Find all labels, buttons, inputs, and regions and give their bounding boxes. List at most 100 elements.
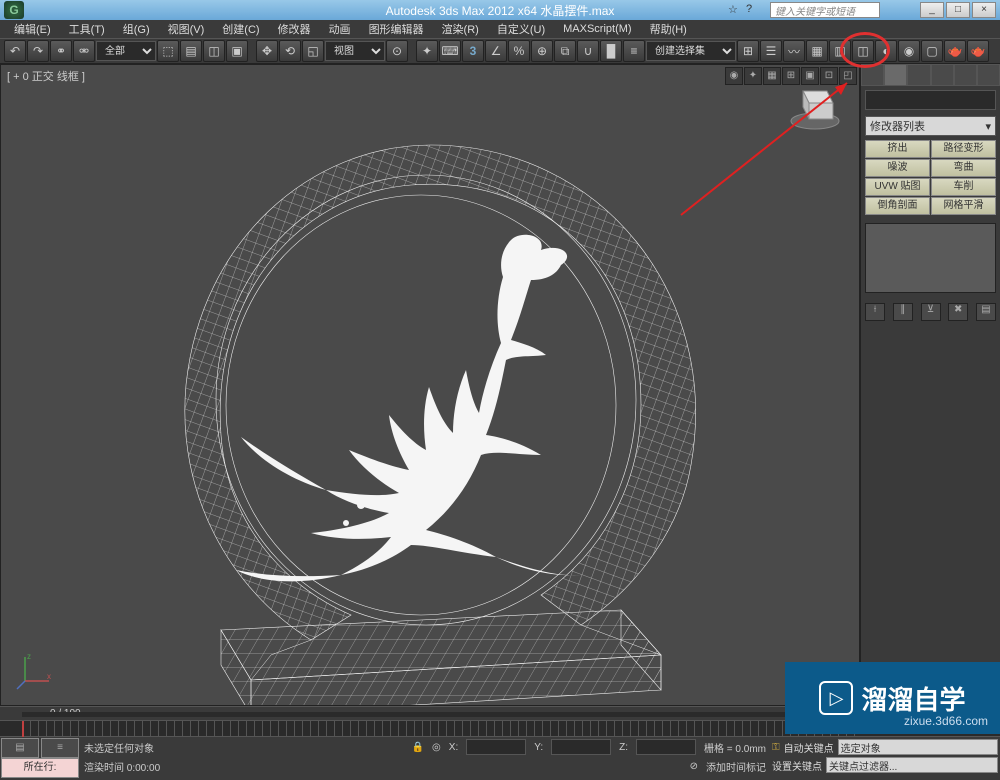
- percent-snap-icon[interactable]: %: [508, 40, 530, 62]
- rotate-icon[interactable]: ⟲: [279, 40, 301, 62]
- undo-icon[interactable]: ↶: [4, 40, 26, 62]
- remove-mod-icon[interactable]: ✖: [948, 303, 968, 321]
- pin-stack-icon[interactable]: ⟊: [865, 303, 885, 321]
- watermark-text: 溜溜自学: [861, 680, 965, 717]
- menu-edit[interactable]: 编辑(E): [6, 20, 59, 38]
- object-name-field[interactable]: [865, 90, 996, 110]
- autokey-button[interactable]: 自动关键点: [784, 740, 834, 755]
- menu-animation[interactable]: 动画: [321, 20, 359, 38]
- keyboard-icon[interactable]: ⌨: [439, 40, 461, 62]
- curve-editor-icon[interactable]: 〰: [783, 40, 805, 62]
- mod-meshsmooth-button[interactable]: 网格平滑: [931, 197, 996, 215]
- snap-icon[interactable]: 3: [462, 40, 484, 62]
- time-tag-icon[interactable]: ⊘: [690, 761, 698, 772]
- align-icon[interactable]: ≡: [623, 40, 645, 62]
- mod-noise-button[interactable]: 噪波: [865, 159, 930, 177]
- render-setup-icon[interactable]: ◉: [898, 40, 920, 62]
- configure-icon[interactable]: ▤: [976, 303, 996, 321]
- make-unique-icon[interactable]: ⊻: [921, 303, 941, 321]
- x-label: X:: [449, 742, 458, 753]
- modifier-stack[interactable]: [865, 223, 996, 293]
- menu-rendering[interactable]: 渲染(R): [434, 20, 487, 38]
- tab-motion-icon[interactable]: [931, 64, 954, 86]
- comm-icon[interactable]: ☆: [728, 3, 742, 17]
- time-track[interactable]: [22, 712, 860, 717]
- spinner-snap-icon[interactable]: ⊕: [531, 40, 553, 62]
- menu-customize[interactable]: 自定义(U): [489, 20, 553, 38]
- angle-snap-icon[interactable]: ∠: [485, 40, 507, 62]
- listener-icon[interactable]: ≡: [41, 738, 79, 758]
- material-editor-icon[interactable]: ◐: [875, 40, 897, 62]
- menu-help[interactable]: 帮助(H): [642, 20, 695, 38]
- row-indicator[interactable]: 所在行:: [1, 758, 79, 778]
- tab-utilities-icon[interactable]: [977, 64, 1000, 86]
- ref-coord-system[interactable]: 视图: [325, 41, 385, 61]
- key-icon[interactable]: ⚿: [772, 742, 780, 753]
- window-crossing-icon[interactable]: ▣: [226, 40, 248, 62]
- render-frame-icon[interactable]: ▢: [921, 40, 943, 62]
- mirror-icon[interactable]: ▐▌: [600, 40, 622, 62]
- tab-modify-icon[interactable]: [884, 64, 907, 86]
- help-icon[interactable]: ?: [746, 3, 760, 17]
- menu-tools[interactable]: 工具(T): [61, 20, 113, 38]
- add-time-tag[interactable]: 添加时间标记: [706, 759, 766, 774]
- manipulate-icon[interactable]: ✦: [416, 40, 438, 62]
- close-button[interactable]: ×: [972, 2, 996, 18]
- menu-create[interactable]: 创建(C): [214, 20, 267, 38]
- key-filter-button[interactable]: 关键点过滤器...: [826, 757, 998, 773]
- selection-filter[interactable]: 全部: [96, 41, 156, 61]
- magnet-icon[interactable]: ∪: [577, 40, 599, 62]
- select-object-icon[interactable]: ⬚: [157, 40, 179, 62]
- mod-lathe-button[interactable]: 车削: [931, 178, 996, 196]
- named-selection-sets[interactable]: 创建选择集: [646, 41, 736, 61]
- move-icon[interactable]: ✥: [256, 40, 278, 62]
- axis-tripod-icon: z x: [15, 651, 55, 691]
- scene-wireframe: [1, 65, 857, 705]
- mod-bend-button[interactable]: 弯曲: [931, 159, 996, 177]
- z-field[interactable]: [636, 739, 696, 755]
- unlink-icon[interactable]: ⚮: [73, 40, 95, 62]
- minimize-button[interactable]: _: [920, 2, 944, 18]
- menu-modifiers[interactable]: 修改器: [270, 20, 319, 38]
- tab-display-icon[interactable]: [954, 64, 977, 86]
- menu-view[interactable]: 视图(V): [160, 20, 213, 38]
- schematic-icon[interactable]: ▦: [806, 40, 828, 62]
- show-end-icon[interactable]: ∥: [893, 303, 913, 321]
- link-icon[interactable]: ⚭: [50, 40, 72, 62]
- tab-hierarchy-icon[interactable]: [907, 64, 930, 86]
- lock-icon[interactable]: 🔒: [412, 742, 424, 753]
- redo-icon[interactable]: ↷: [27, 40, 49, 62]
- app-logo-icon[interactable]: G: [4, 1, 24, 19]
- menu-grapheditors[interactable]: 图形编辑器: [361, 20, 432, 38]
- viewport[interactable]: [ + 0 正交 线框 ] ◉ ✦ ▦ ⊞ ▣ ⊡ ◰: [0, 64, 860, 706]
- select-region-icon[interactable]: ◫: [203, 40, 225, 62]
- modifier-list-dropdown[interactable]: 修改器列表▾: [865, 116, 996, 136]
- key-selset-field[interactable]: 选定对象: [838, 739, 998, 755]
- select-name-icon[interactable]: ▤: [180, 40, 202, 62]
- mod-bevelprofile-button[interactable]: 倒角剖面: [865, 197, 930, 215]
- graph-icon[interactable]: ◫: [852, 40, 874, 62]
- edgedconstraints-icon[interactable]: ⧉: [554, 40, 576, 62]
- menu-maxscript[interactable]: MAXScript(M): [555, 22, 639, 36]
- y-field[interactable]: [551, 739, 611, 755]
- viewcube-icon[interactable]: [785, 73, 845, 133]
- dope-icon[interactable]: ▥: [829, 40, 851, 62]
- mod-uvwmap-button[interactable]: UVW 贴图: [865, 178, 930, 196]
- maxscript-mini-icon[interactable]: ▤: [1, 738, 39, 758]
- quick-render-icon[interactable]: 🫖: [967, 40, 989, 62]
- isolate-icon[interactable]: ◎: [432, 742, 441, 753]
- center-icon[interactable]: ⊙: [386, 40, 408, 62]
- scale-icon[interactable]: ◱: [302, 40, 324, 62]
- current-frame-marker[interactable]: [22, 721, 24, 737]
- layers-icon[interactable]: ☰: [760, 40, 782, 62]
- menu-group[interactable]: 组(G): [115, 20, 158, 38]
- x-field[interactable]: [466, 739, 526, 755]
- setkey-button[interactable]: 设置关键点: [772, 758, 822, 773]
- mod-pathdeform-button[interactable]: 路径变形: [931, 140, 996, 158]
- tab-create-icon[interactable]: [861, 64, 884, 86]
- render-icon[interactable]: 🫖: [944, 40, 966, 62]
- quickalign-icon[interactable]: ⊞: [737, 40, 759, 62]
- search-input[interactable]: 键入关键字或短语: [770, 2, 880, 18]
- mod-extrude-button[interactable]: 挤出: [865, 140, 930, 158]
- maximize-button[interactable]: □: [946, 2, 970, 18]
